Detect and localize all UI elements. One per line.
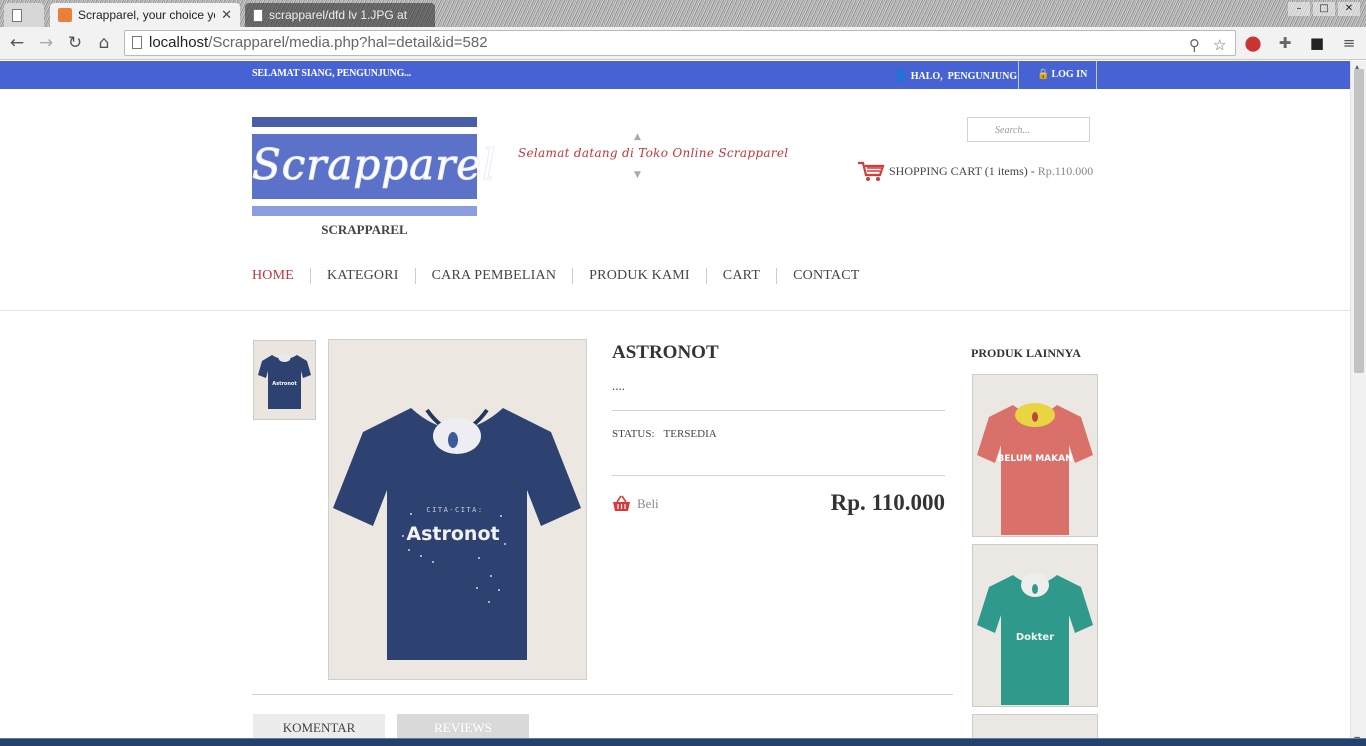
browser-tab[interactable]: scrapparel/dfd lv 1.JPG at [245,3,435,27]
status-label: STATUS: [612,428,655,440]
nav-kategori[interactable]: KATEGORI [310,268,415,284]
puzzle-extension-icon[interactable]: ✚ [1275,33,1295,53]
divider [612,410,945,411]
card-print: BELUM MAKAN [997,454,1072,464]
logo-stripe [252,117,477,127]
star-icon[interactable]: ☆ [1213,33,1226,57]
buy-label: Beli [637,495,659,511]
other-product-card[interactable]: BELUM MAKAN [972,374,1098,537]
shopping-cart-link[interactable]: SHOPPING CART (1 items) - Rp.110.000 [857,160,1093,182]
product-title: ASTRONOT [612,342,719,363]
logo-wordmark: Scrapparel [252,140,497,190]
status-value: TERSEDIA [663,428,717,440]
product-status: STATUS: TERSEDIA [612,428,717,440]
browser-toolbar: ← → ↻ ⌂ localhost/Scrapparel/media.php?h… [0,27,1366,60]
tshirt-print-big: Astronot [406,523,499,545]
tshirt-thumbnail-image: Astronot [258,354,311,409]
other-product-card[interactable]: Dokter [972,544,1098,707]
nav-cara-pembelian[interactable]: CARA PEMBELIAN [414,268,573,284]
scrollbar-thumb[interactable] [1354,69,1364,373]
user-icon: 👤 [894,69,908,82]
site-topbar: SELAMAT SIANG, PENGUNJUNG... 👤 HALO, PENG… [0,61,1350,89]
buy-button[interactable]: Beli [612,495,659,512]
main-nav: HOME KATEGORI CARA PEMBELIAN PRODUK KAMI… [252,268,875,284]
adblock-icon[interactable]: ⬤ [1243,33,1263,53]
pinned-tab[interactable] [4,3,44,27]
minimize-icon[interactable]: – [1288,2,1310,16]
search-input[interactable]: Search... [967,117,1090,142]
halo-label: HALO, [910,71,943,82]
home-icon[interactable]: ⌂ [92,31,116,55]
menu-icon[interactable]: ≡ [1339,33,1359,53]
back-arrow-icon[interactable]: ← [5,31,29,55]
welcome-marquee: Selamat datang di Toko Online Scrapparel [518,146,789,160]
nav-home[interactable]: HOME [252,268,310,284]
product-thumbnail[interactable]: Astronot [253,340,316,420]
greeting-text: SELAMAT SIANG, PENGUNJUNG... [252,68,412,79]
reload-icon[interactable]: ↻ [63,31,87,55]
tshirt-image: M CITA-CITA: Astronot [333,408,581,660]
url-host: localhost [149,34,209,51]
product-description: .... [612,378,625,393]
divider [252,694,953,695]
divider [612,475,945,476]
tab-label: Scrapparel, your choice yo [78,8,216,22]
logo-stripe [252,206,477,216]
divider [1096,61,1097,89]
product-main-image[interactable]: M CITA-CITA: Astronot [328,339,587,680]
zoom-icon[interactable]: ⚲ [1189,33,1200,57]
extension-icon[interactable]: ■ [1307,33,1327,53]
tab-label: scrapparel/dfd lv 1.JPG at [269,8,408,22]
other-products-title: PRODUK LAINNYA [971,346,1081,360]
nav-contact[interactable]: CONTACT [776,268,875,284]
basket-icon [613,495,630,511]
svg-text:M: M [451,454,455,460]
header-divider [0,310,1350,311]
page-scrollbar[interactable]: ▲ ▼ [1350,61,1366,746]
page-icon [12,8,22,22]
page-icon [132,36,142,49]
nav-produk-kami[interactable]: PRODUK KAMI [572,268,706,284]
login-link[interactable]: 🔒 LOG IN [1037,69,1087,80]
browser-titlebar: Scrapparel, your choice yo ✕ scrapparel/… [0,0,1366,27]
address-bar[interactable]: localhost/Scrapparel/media.php?hal=detai… [124,30,1236,56]
forward-arrow-icon[interactable]: → [34,31,58,55]
tshirt-print-small: CITA-CITA: [426,506,483,514]
site-logo[interactable]: Scrapparel [252,117,497,216]
maximize-icon[interactable]: □ [1313,2,1335,16]
marquee-up-icon[interactable]: ▲ [634,132,641,142]
window-controls: – □ ✕ [1288,2,1360,16]
login-label: LOG IN [1051,69,1088,80]
close-window-icon[interactable]: ✕ [1338,2,1360,16]
shopping-cart-icon [858,161,885,181]
thumbnail-print: Astronot [272,381,297,387]
close-icon[interactable]: ✕ [221,7,232,23]
os-taskbar [0,738,1366,746]
cart-summary: SHOPPING CART (1 items) - [889,163,1035,178]
tshirt-pink-image: BELUM MAKAN [977,403,1093,535]
marquee-down-icon[interactable]: ▼ [634,170,641,180]
user-greeting[interactable]: 👤 HALO, PENGUNJUNG [894,69,1017,82]
card-print: Dokter [1016,632,1054,643]
url-path: /Scrapparel/media.php?hal=detail&id=582 [208,34,488,51]
nav-cart[interactable]: CART [705,268,776,284]
product-price: Rp. 110.000 [830,490,945,515]
site-name: SCRAPPAREL [321,222,408,237]
tshirt-teal-image: Dokter [977,573,1093,705]
cart-total: Rp.110.000 [1037,163,1094,178]
browser-tab-active[interactable]: Scrapparel, your choice yo ✕ [50,3,240,27]
lock-icon: 🔒 [1037,69,1050,80]
user-name: PENGUNJUNG [947,71,1018,82]
xampp-favicon-icon [58,8,72,22]
divider [1018,61,1019,89]
page-icon [253,8,263,22]
